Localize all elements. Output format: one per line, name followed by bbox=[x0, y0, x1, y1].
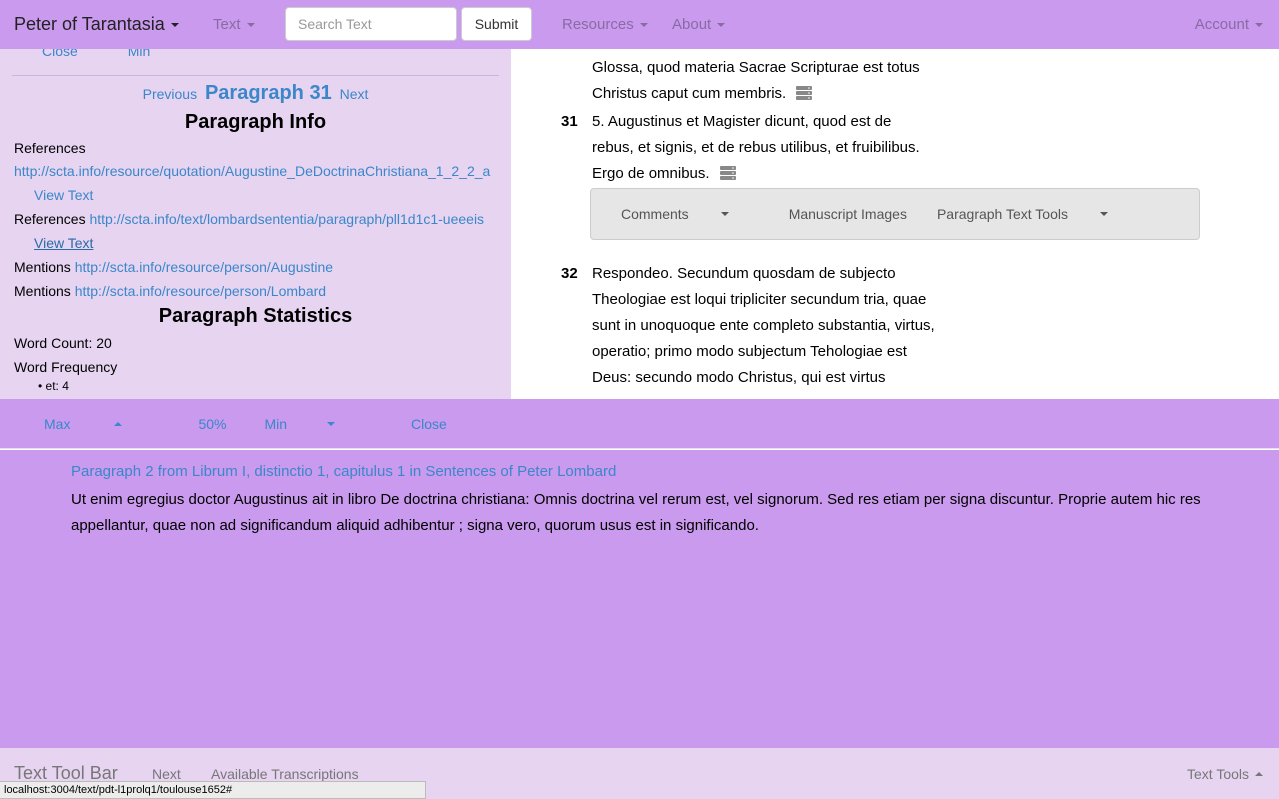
paragraph-info-sidebar: Close Min Previous Paragraph 31 Next Par… bbox=[0, 49, 511, 399]
text-menu-label: Text bbox=[213, 16, 241, 33]
chevron-down-icon bbox=[246, 22, 255, 27]
text-line: Respondeo. Secundum quosdam de subjecto bbox=[592, 265, 896, 282]
min-label: Min bbox=[264, 415, 288, 432]
mention-label: Mentions bbox=[14, 259, 71, 275]
mention-link[interactable]: http://scta.info/resource/person/Augusti… bbox=[75, 259, 333, 275]
sidebar-controls: Close Min bbox=[42, 49, 196, 59]
previous-paragraph-text: Glossa, quod materia Sacrae Scripturae e… bbox=[592, 55, 962, 107]
paragraph-statistics-heading: Paragraph Statistics bbox=[158, 305, 353, 327]
mention-label: Mentions bbox=[14, 283, 71, 299]
next-button[interactable]: Next bbox=[152, 766, 181, 782]
chevron-up-icon bbox=[1255, 772, 1263, 776]
status-bar-url: localhost:3004/text/pdt-l1prolq1/toulous… bbox=[0, 781, 426, 799]
reference-label: References bbox=[14, 211, 86, 227]
brand-label: Peter of Tarantasia bbox=[14, 14, 165, 34]
paragraph-text: Respondeo. Secundum quosdam de subjecto … bbox=[592, 261, 972, 391]
search-input[interactable] bbox=[285, 7, 457, 41]
top-navbar: Peter of Tarantasia Text Submit Resource… bbox=[0, 0, 1279, 49]
sidebar-close-link[interactable]: Close bbox=[42, 49, 78, 59]
max-button[interactable]: Max bbox=[44, 416, 160, 432]
submit-button[interactable]: Submit bbox=[461, 7, 532, 41]
paragraph-text-tools-label: Paragraph Text Tools bbox=[936, 206, 1068, 222]
word-frequency-label: Word Frequency bbox=[14, 359, 118, 375]
bullet-icon: • bbox=[38, 379, 43, 393]
brand-menu[interactable]: Peter of Tarantasia bbox=[0, 14, 179, 35]
paragraph-info-heading: Paragraph Info bbox=[184, 111, 327, 133]
mention-row: Mentions http://scta.info/resource/perso… bbox=[14, 283, 326, 299]
server-icon[interactable] bbox=[719, 166, 736, 180]
text-line: sunt in unoquoque ente completo substant… bbox=[592, 317, 935, 334]
available-transcriptions-button[interactable]: Available Transcriptions bbox=[211, 766, 359, 782]
paragraph-nav: Previous Paragraph 31 Next bbox=[0, 82, 511, 105]
next-link[interactable]: Next bbox=[340, 86, 369, 102]
account-menu-label: Account bbox=[1194, 16, 1249, 33]
text-line-content: Ergo de omnibus. bbox=[592, 165, 710, 182]
bottom-panel-controls: Max 50% Min Close bbox=[0, 399, 1279, 449]
account-menu[interactable]: Account bbox=[1195, 16, 1263, 33]
mention-link[interactable]: http://scta.info/resource/person/Lombard bbox=[75, 283, 326, 299]
paragraph-text-tools-menu[interactable]: Paragraph Text Tools bbox=[937, 206, 1138, 222]
divider bbox=[12, 75, 499, 76]
reference-row: References http://scta.info/text/lombard… bbox=[14, 211, 484, 227]
previous-link[interactable]: Previous bbox=[143, 86, 197, 102]
chevron-down-icon bbox=[720, 212, 729, 216]
chevron-up-icon bbox=[114, 421, 123, 426]
sidebar-min-link[interactable]: Min bbox=[128, 49, 151, 59]
reference-paragraph-text: Ut enim egregius doctor Augustinus ait i… bbox=[71, 491, 1201, 534]
paragraph-number: 31 bbox=[561, 113, 578, 130]
text-line-content: Christus caput cum membris. bbox=[592, 85, 787, 102]
word-frequency-value: et: 4 bbox=[45, 379, 69, 393]
paragraph-text: 5. Augustinus et Magister dicunt, quod e… bbox=[592, 109, 962, 187]
about-menu[interactable]: About bbox=[672, 16, 726, 33]
text-line: 5. Augustinus et Magister dicunt, quod e… bbox=[592, 113, 892, 130]
comments-menu[interactable]: Comments bbox=[621, 206, 759, 222]
reference-paragraph-title[interactable]: Paragraph 2 from Librum I, distinctio 1,… bbox=[71, 463, 616, 480]
word-frequency-item: • et: 4 bbox=[38, 379, 69, 393]
reference-link[interactable]: http://scta.info/resource/quotation/Augu… bbox=[14, 163, 490, 179]
chevron-down-icon bbox=[717, 22, 726, 27]
close-button[interactable]: Close bbox=[411, 416, 447, 432]
min-button[interactable]: Min bbox=[264, 416, 373, 432]
comments-label: Comments bbox=[621, 206, 689, 222]
text-tools-menu[interactable]: Text Tools bbox=[1187, 766, 1263, 782]
text-line: Deus: secundo modo Christus, qui est vir… bbox=[592, 369, 886, 386]
max-label: Max bbox=[44, 415, 71, 432]
text-line: Ergo de omnibus. bbox=[592, 161, 962, 187]
main-text-area: Glossa, quod materia Sacrae Scripturae e… bbox=[511, 49, 1279, 399]
word-count: Word Count: 20 bbox=[14, 335, 112, 351]
paragraph-title[interactable]: Paragraph 31 bbox=[205, 82, 332, 104]
text-menu[interactable]: Text bbox=[213, 16, 255, 33]
chevron-down-icon bbox=[327, 421, 336, 426]
text-line: Glossa, quod materia Sacrae Scripturae e… bbox=[592, 59, 920, 76]
text-line: operatio; primo modo subjectum Tehologia… bbox=[592, 343, 907, 360]
manuscript-images-button[interactable]: Manuscript Images bbox=[789, 206, 907, 222]
text-tools-label: Text Tools bbox=[1187, 766, 1249, 782]
text-line: Christus caput cum membris. bbox=[592, 81, 962, 107]
about-menu-label: About bbox=[672, 16, 712, 33]
view-text-link[interactable]: View Text bbox=[34, 187, 93, 203]
text-line: rebus, et signis, et de rebus utilibus, … bbox=[592, 139, 920, 156]
paragraph-number: 32 bbox=[561, 265, 578, 282]
bottom-panel-content: Paragraph 2 from Librum I, distinctio 1,… bbox=[0, 450, 1279, 748]
half-size-button[interactable]: 50% bbox=[198, 416, 226, 432]
resources-menu[interactable]: Resources bbox=[562, 16, 648, 33]
resources-menu-label: Resources bbox=[562, 16, 634, 33]
text-line: Theologiae est loqui tripliciter secundu… bbox=[592, 291, 927, 308]
view-text-link[interactable]: View Text bbox=[34, 235, 93, 251]
reference-link[interactable]: http://scta.info/text/lombardsententia/p… bbox=[89, 211, 484, 227]
paragraph-toolbar: Comments Manuscript Images Paragraph Tex… bbox=[590, 188, 1200, 240]
chevron-down-icon bbox=[170, 22, 179, 27]
server-icon[interactable] bbox=[796, 86, 813, 100]
chevron-down-icon bbox=[639, 22, 648, 27]
chevron-down-icon bbox=[1255, 22, 1263, 27]
mention-row: Mentions http://scta.info/resource/perso… bbox=[14, 259, 333, 275]
chevron-down-icon bbox=[1099, 212, 1108, 216]
reference-label: References bbox=[14, 140, 86, 156]
